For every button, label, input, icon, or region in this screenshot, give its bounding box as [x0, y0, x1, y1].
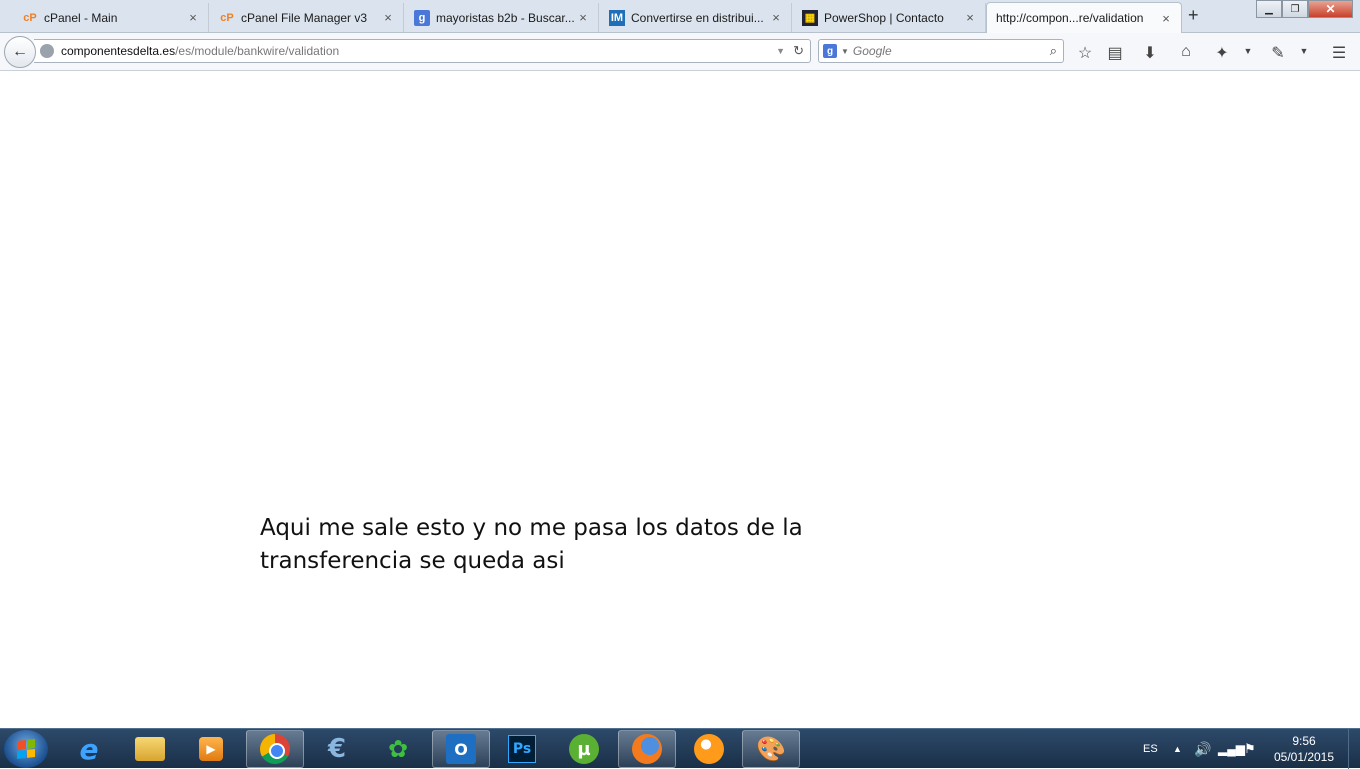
show-hidden-icons-icon[interactable]: ▲ — [1173, 729, 1182, 769]
tab-label: Convertirse en distribui... — [631, 10, 764, 25]
im-favicon-icon: IM — [609, 9, 625, 26]
action-center-flag-icon[interactable]: ⚑ — [1244, 729, 1256, 769]
maximize-button[interactable]: ❐ — [1282, 0, 1308, 18]
search-bar[interactable]: g ▼ Google ⌕ — [818, 39, 1064, 63]
start-button[interactable] — [4, 730, 48, 768]
folder-icon — [135, 737, 165, 761]
site-identity-icon[interactable] — [40, 44, 54, 58]
tools-icon[interactable]: ✎ — [1267, 43, 1289, 63]
home-icon[interactable]: ⌂ — [1175, 43, 1197, 61]
tab-cpanel-main[interactable]: cP cPanel - Main × — [13, 3, 209, 32]
tab-label: http://compon...re/validation — [996, 11, 1144, 25]
clock-time: 9:56 — [1292, 734, 1316, 748]
paint-palette-icon: 🎨 — [756, 735, 786, 763]
close-tab-icon[interactable]: × — [574, 10, 592, 25]
page-content: Aqui me sale esto y no me pasa los datos… — [0, 71, 1360, 728]
taskbar-chrome[interactable] — [246, 730, 304, 768]
cpanel-favicon-icon: cP — [23, 11, 37, 24]
media-player-icon: ▶ — [199, 737, 223, 761]
system-clock[interactable]: 9:56 05/01/2015 — [1268, 733, 1340, 765]
bubble-app-icon — [694, 734, 724, 764]
search-input[interactable]: Google — [853, 44, 1050, 58]
minimize-button[interactable]: ▁ — [1256, 0, 1282, 18]
address-bar[interactable]: componentesdelta.es/es/module/bankwire/v… — [34, 39, 811, 63]
url-path: /es/module/bankwire/validation — [175, 44, 340, 58]
powershop-favicon-icon: ▦ — [802, 9, 818, 26]
taskbar-paint-app[interactable]: 🎨 — [742, 730, 800, 768]
clock-date: 05/01/2015 — [1273, 750, 1335, 764]
tab-label: PowerShop | Contacto — [824, 10, 944, 25]
reload-icon[interactable]: ↻ — [793, 43, 804, 59]
tab-validation-active[interactable]: http://compon...re/validation × — [986, 2, 1182, 33]
photoshop-icon: Ps — [508, 735, 536, 763]
taskbar-internet-explorer[interactable]: e — [60, 730, 118, 768]
tab-label: cPanel File Manager v3 — [241, 10, 368, 25]
reading-list-icon[interactable]: ▤ — [1104, 43, 1126, 63]
tab-strip: cP cPanel - Main × cP cPanel File Manage… — [0, 0, 1360, 33]
close-tab-icon[interactable]: × — [961, 10, 979, 25]
search-icon[interactable]: ⌕ — [1050, 43, 1057, 59]
firefox-icon — [632, 734, 662, 764]
green-app-icon: ✿ — [387, 735, 409, 763]
bookmark-star-icon[interactable]: ☆ — [1074, 43, 1096, 63]
tab-convertirse-distribuidor[interactable]: IM Convertirse en distribui... × — [600, 3, 792, 32]
navigation-bar: componentesdelta.es/es/module/bankwire/v… — [0, 33, 1360, 71]
window-controls: ▁ ❐ ✕ — [1256, 0, 1353, 18]
chrome-icon — [260, 734, 290, 764]
annotation-message: Aqui me sale esto y no me pasa los datos… — [260, 515, 803, 574]
close-tab-icon[interactable]: × — [379, 10, 397, 25]
taskbar-firefox[interactable] — [618, 730, 676, 768]
utorrent-icon: µ — [569, 734, 599, 764]
taskbar-file-explorer[interactable] — [121, 730, 179, 768]
taskbar-media-player[interactable]: ▶ — [182, 730, 240, 768]
taskbar: e ▶ € ✿ O Ps µ 🎨 ES ▲ 🔊 ▂▄▆ ⚑ 9:56 05/01… — [0, 728, 1360, 769]
search-engine-icon[interactable]: g — [823, 44, 837, 58]
back-button[interactable]: ← — [4, 36, 36, 68]
search-engine-dropdown-icon[interactable]: ▼ — [841, 47, 849, 56]
show-desktop-button[interactable] — [1348, 729, 1360, 769]
cpanel-favicon-icon: cP — [220, 11, 234, 24]
windows-logo-icon — [17, 739, 35, 759]
tools-dropdown-icon[interactable]: ▼ — [1293, 46, 1315, 56]
outlook-icon: O — [446, 734, 476, 764]
network-icon[interactable]: ▂▄▆ — [1218, 729, 1245, 769]
menu-icon[interactable]: ☰ — [1328, 43, 1350, 63]
tab-cpanel-file-manager[interactable]: cP cPanel File Manager v3 × — [210, 3, 404, 32]
internet-explorer-icon: e — [79, 732, 99, 766]
tab-label: cPanel - Main — [44, 10, 118, 25]
taskbar-app-green[interactable]: ✿ — [369, 730, 427, 768]
volume-icon[interactable]: 🔊 — [1194, 729, 1211, 769]
taskbar-bubble-app[interactable] — [680, 730, 738, 768]
google-favicon-icon: g — [414, 9, 430, 26]
close-tab-icon[interactable]: × — [767, 10, 785, 25]
tab-label: mayoristas b2b - Buscar... — [436, 10, 574, 25]
taskbar-photoshop[interactable]: Ps — [493, 730, 551, 768]
e-app-icon: € — [327, 734, 347, 764]
tab-mayoristas-search[interactable]: g mayoristas b2b - Buscar... × — [405, 3, 599, 32]
taskbar-outlook[interactable]: O — [432, 730, 490, 768]
window-close-button[interactable]: ✕ — [1308, 0, 1353, 18]
taskbar-utorrent[interactable]: µ — [555, 730, 613, 768]
close-tab-icon[interactable]: × — [1157, 11, 1175, 26]
tab-powershop-contacto[interactable]: ▦ PowerShop | Contacto × — [793, 3, 986, 32]
url-history-dropdown-icon[interactable]: ▼ — [776, 46, 785, 56]
new-tab-button[interactable]: + — [1188, 5, 1199, 26]
addon-icon[interactable]: ✦ — [1211, 43, 1233, 63]
download-icon[interactable]: ⬇ — [1139, 43, 1161, 63]
addon-dropdown-icon[interactable]: ▼ — [1237, 46, 1259, 56]
taskbar-app-e[interactable]: € — [308, 730, 366, 768]
url-host: componentesdelta.es — [61, 44, 176, 58]
language-indicator[interactable]: ES — [1143, 729, 1158, 769]
close-tab-icon[interactable]: × — [184, 10, 202, 25]
